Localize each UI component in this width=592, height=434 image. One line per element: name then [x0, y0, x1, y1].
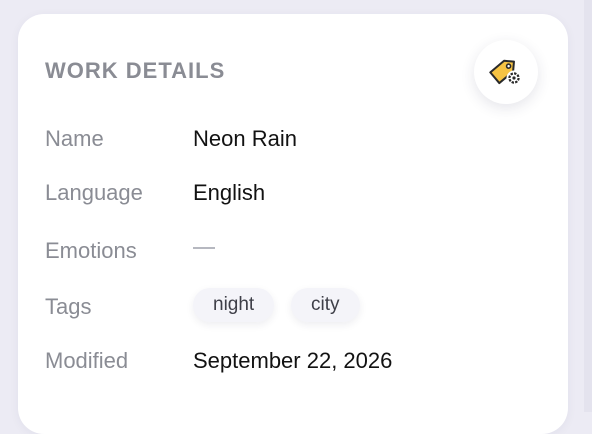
tags-label: Tags: [45, 294, 92, 319]
tag-chip-night[interactable]: night: [193, 288, 275, 322]
name-label: Name: [45, 126, 104, 151]
tag-gear-icon: [486, 50, 526, 95]
edit-tags-button[interactable]: [474, 40, 538, 104]
language-label: Language: [45, 180, 143, 205]
modified-value: September 22, 2026: [193, 348, 393, 373]
emotions-label: Emotions: [45, 238, 137, 263]
card-title: WORK DETAILS: [45, 58, 226, 83]
language-value: English: [193, 180, 266, 205]
modified-label: Modified: [45, 348, 129, 373]
emotions-empty-value: [193, 247, 215, 249]
name-value: Neon Rain: [193, 126, 297, 151]
tag-chip-city[interactable]: city: [291, 288, 360, 322]
scrollbar-track: [584, 0, 592, 412]
work-details-card: WORK DETAILS Name Neon Rain Language Eng…: [18, 14, 568, 434]
